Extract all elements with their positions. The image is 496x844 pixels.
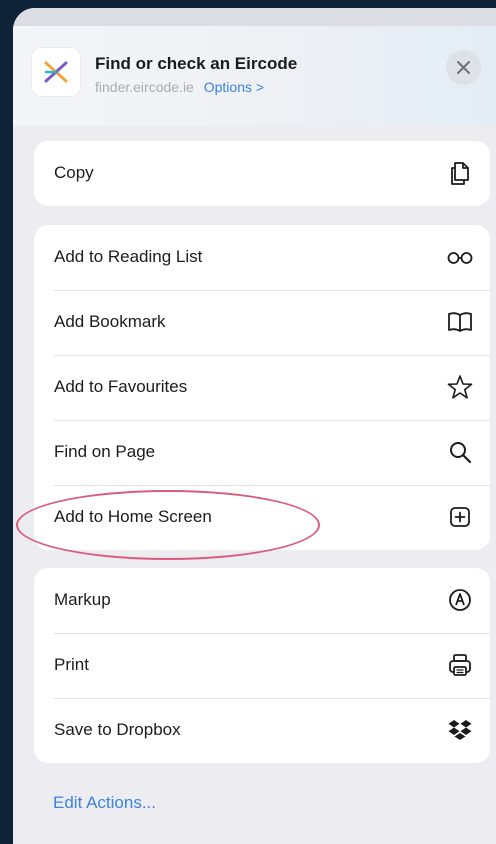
book-icon bbox=[448, 312, 472, 332]
action-label: Save to Dropbox bbox=[54, 720, 181, 739]
printer-icon bbox=[449, 654, 471, 676]
options-link[interactable]: Options > bbox=[204, 79, 264, 95]
action-save-to-dropbox[interactable]: Save to Dropbox bbox=[34, 698, 490, 763]
action-print[interactable]: Print bbox=[34, 633, 490, 698]
action-add-bookmark[interactable]: Add Bookmark bbox=[34, 290, 490, 355]
close-button[interactable] bbox=[446, 50, 481, 85]
markup-pen-icon bbox=[449, 589, 471, 611]
share-sheet: Find or check an Eircode finder.eircode.… bbox=[13, 8, 496, 844]
share-sheet-header bbox=[13, 26, 496, 126]
dropbox-icon bbox=[448, 720, 472, 740]
action-label: Add Bookmark bbox=[54, 312, 166, 331]
action-label: Print bbox=[54, 655, 89, 674]
action-label: Find on Page bbox=[54, 442, 156, 461]
plus-square-icon bbox=[450, 507, 470, 527]
eircode-logo-icon bbox=[44, 61, 68, 83]
action-label: Add to Favourites bbox=[54, 377, 188, 396]
action-add-to-reading-list[interactable]: Add to Reading List bbox=[34, 225, 490, 290]
sheet-top-edge bbox=[13, 8, 496, 26]
action-label: Add to Home Screen bbox=[54, 507, 212, 526]
action-markup[interactable]: Markup bbox=[34, 568, 490, 633]
magnifier-icon bbox=[450, 442, 472, 464]
action-add-to-home-screen[interactable]: Add to Home Screen bbox=[34, 485, 490, 550]
action-label: Markup bbox=[54, 590, 111, 609]
action-group-extensions: Markup Print Save to Dropbox bbox=[34, 568, 490, 763]
page-title: Find or check an Eircode bbox=[95, 54, 298, 73]
site-domain: finder.eircode.ie bbox=[95, 79, 194, 95]
site-favicon bbox=[32, 48, 80, 96]
action-label: Add to Reading List bbox=[54, 247, 203, 266]
glasses-icon bbox=[447, 252, 473, 264]
close-icon bbox=[457, 61, 470, 74]
star-icon bbox=[447, 375, 473, 399]
page-subtitle: finder.eircode.ie Options > bbox=[95, 79, 264, 95]
action-add-to-favourites[interactable]: Add to Favourites bbox=[34, 355, 490, 420]
copy-icon bbox=[451, 162, 469, 185]
action-group-copy: Copy bbox=[34, 141, 490, 206]
action-group-page: Add to Reading List Add Bookmark Add to … bbox=[34, 225, 490, 550]
action-copy[interactable]: Copy bbox=[34, 141, 490, 206]
action-find-on-page[interactable]: Find on Page bbox=[34, 420, 490, 485]
edit-actions-link[interactable]: Edit Actions... bbox=[53, 793, 156, 813]
action-label: Copy bbox=[54, 163, 94, 182]
